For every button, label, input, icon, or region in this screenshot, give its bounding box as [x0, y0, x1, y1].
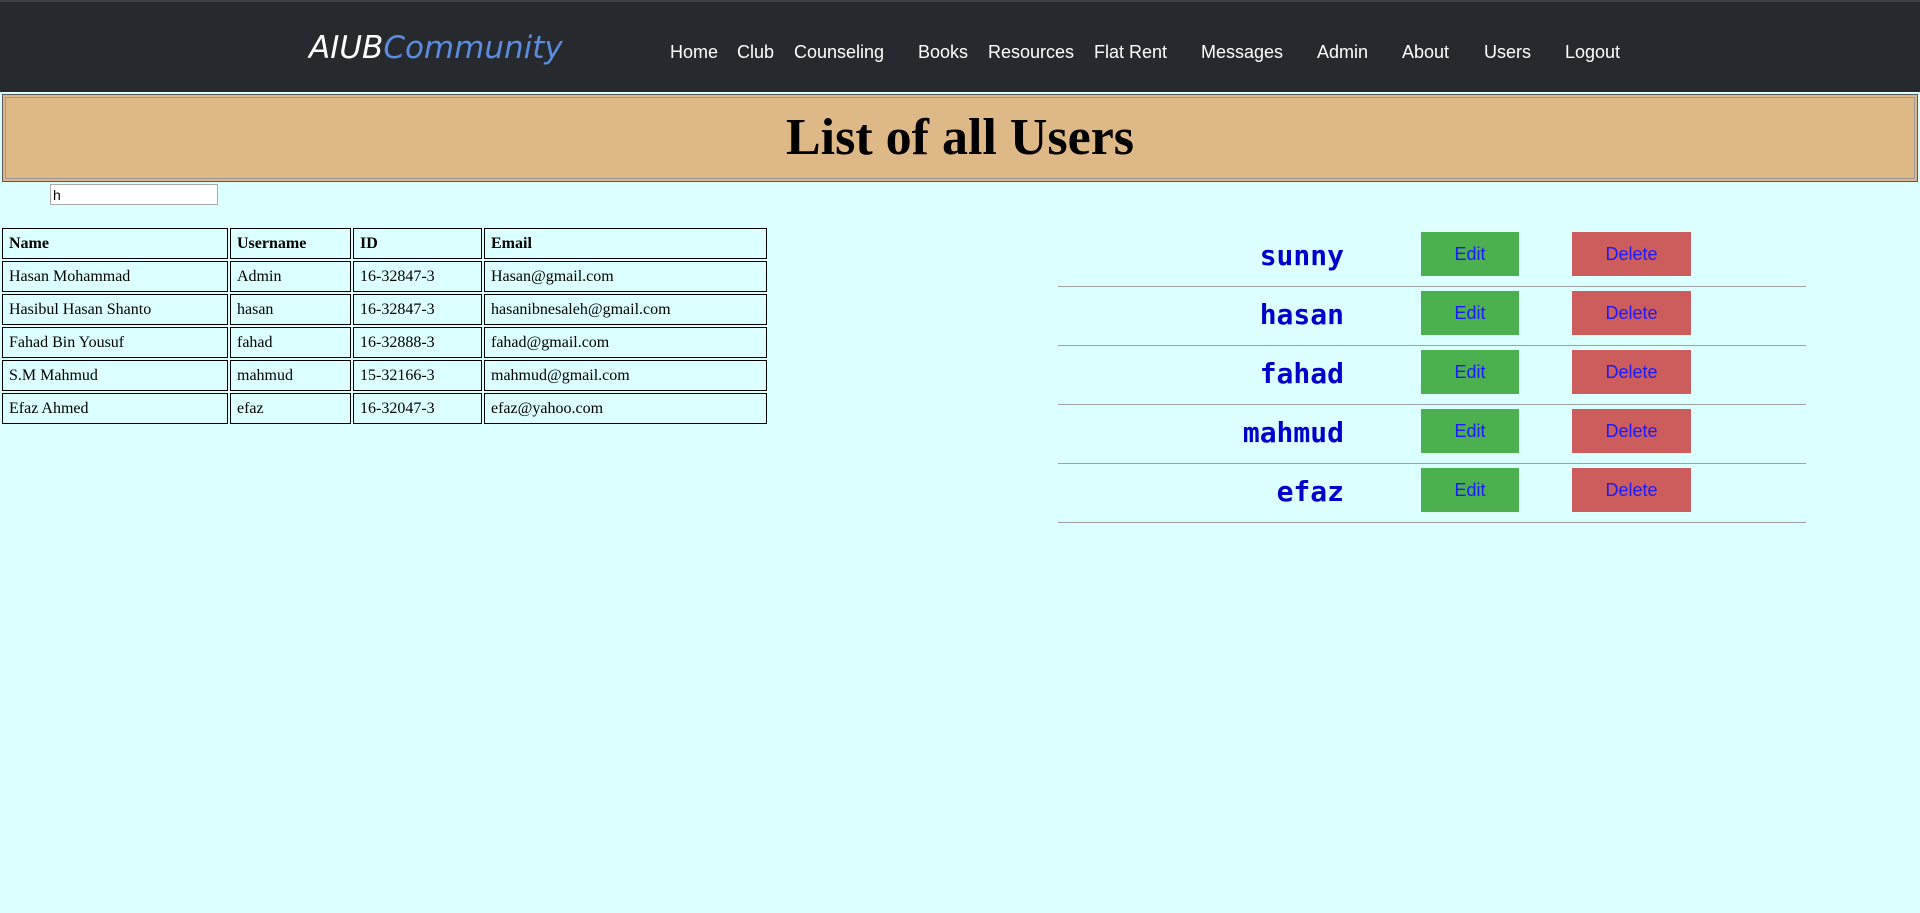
- search-input[interactable]: [50, 184, 218, 205]
- column-header-id: ID: [353, 228, 482, 259]
- column-header-email: Email: [484, 228, 767, 259]
- cell-email: Hasan@gmail.com: [484, 261, 767, 292]
- user-action-username: fahad: [1259, 357, 1344, 390]
- table-row: S.M Mahmud mahmud 15-32166-3 mahmud@gmai…: [2, 360, 767, 391]
- users-table: Name Username ID Email Hasan Mohammad Ad…: [0, 226, 769, 426]
- nav-about[interactable]: About: [1402, 40, 1449, 64]
- cell-email: efaz@yahoo.com: [484, 393, 767, 424]
- cell-id: 16-32847-3: [353, 261, 482, 292]
- user-action-username: sunny: [1259, 239, 1344, 272]
- top-navbar: AIUBCommunity Home Club Counseling Books…: [0, 0, 1920, 92]
- user-action-username: hasan: [1259, 298, 1344, 331]
- user-action-row: sunny Edit Delete: [1058, 228, 1806, 287]
- cell-name: Fahad Bin Yousuf: [2, 327, 228, 358]
- cell-id: 16-32047-3: [353, 393, 482, 424]
- nav-counseling[interactable]: Counseling: [794, 40, 884, 64]
- brand-aiub: AIUB: [309, 30, 384, 66]
- cell-username: fahad: [230, 327, 351, 358]
- cell-name: Efaz Ahmed: [2, 393, 228, 424]
- table-row: Hasan Mohammad Admin 16-32847-3 Hasan@gm…: [2, 261, 767, 292]
- edit-button[interactable]: Edit: [1421, 291, 1519, 335]
- delete-button[interactable]: Delete: [1572, 350, 1691, 394]
- cell-id: 16-32888-3: [353, 327, 482, 358]
- page-banner: List of all Users: [2, 94, 1918, 182]
- page-title: List of all Users: [785, 109, 1135, 166]
- cell-email: hasanibnesaleh@gmail.com: [484, 294, 767, 325]
- user-action-row: mahmud Edit Delete: [1058, 405, 1806, 464]
- nav-home[interactable]: Home: [670, 40, 718, 64]
- nav-club[interactable]: Club: [737, 40, 774, 64]
- nav-messages[interactable]: Messages: [1201, 40, 1283, 64]
- nav-flat-rent[interactable]: Flat Rent: [1094, 40, 1167, 64]
- delete-button[interactable]: Delete: [1572, 409, 1691, 453]
- delete-button[interactable]: Delete: [1572, 291, 1691, 335]
- edit-button[interactable]: Edit: [1421, 468, 1519, 512]
- nav-users[interactable]: Users: [1484, 40, 1531, 64]
- user-action-row: fahad Edit Delete: [1058, 346, 1806, 405]
- column-header-name: Name: [2, 228, 228, 259]
- table-row: Efaz Ahmed efaz 16-32047-3 efaz@yahoo.co…: [2, 393, 767, 424]
- cell-id: 16-32847-3: [353, 294, 482, 325]
- user-action-username: mahmud: [1242, 416, 1344, 449]
- delete-button[interactable]: Delete: [1572, 232, 1691, 276]
- cell-name: S.M Mahmud: [2, 360, 228, 391]
- cell-email: mahmud@gmail.com: [484, 360, 767, 391]
- cell-username: hasan: [230, 294, 351, 325]
- nav-resources[interactable]: Resources: [988, 40, 1074, 64]
- cell-name: Hasan Mohammad: [2, 261, 228, 292]
- brand-community: Community: [383, 30, 563, 66]
- cell-email: fahad@gmail.com: [484, 327, 767, 358]
- user-action-row: efaz Edit Delete: [1058, 464, 1806, 523]
- edit-button[interactable]: Edit: [1421, 350, 1519, 394]
- user-action-row: hasan Edit Delete: [1058, 287, 1806, 346]
- user-action-list: sunny Edit Delete hasan Edit Delete faha…: [1058, 228, 1806, 523]
- nav-logout[interactable]: Logout: [1565, 40, 1620, 64]
- brand-logo[interactable]: AIUBCommunity: [309, 28, 563, 68]
- delete-button[interactable]: Delete: [1572, 468, 1691, 512]
- cell-id: 15-32166-3: [353, 360, 482, 391]
- edit-button[interactable]: Edit: [1421, 232, 1519, 276]
- cell-username: efaz: [230, 393, 351, 424]
- edit-button[interactable]: Edit: [1421, 409, 1519, 453]
- table-row: Hasibul Hasan Shanto hasan 16-32847-3 ha…: [2, 294, 767, 325]
- nav-admin[interactable]: Admin: [1317, 40, 1368, 64]
- table-row: Fahad Bin Yousuf fahad 16-32888-3 fahad@…: [2, 327, 767, 358]
- nav-books[interactable]: Books: [918, 40, 968, 64]
- user-action-username: efaz: [1276, 475, 1344, 508]
- table-header-row: Name Username ID Email: [2, 228, 767, 259]
- column-header-username: Username: [230, 228, 351, 259]
- cell-username: Admin: [230, 261, 351, 292]
- cell-name: Hasibul Hasan Shanto: [2, 294, 228, 325]
- cell-username: mahmud: [230, 360, 351, 391]
